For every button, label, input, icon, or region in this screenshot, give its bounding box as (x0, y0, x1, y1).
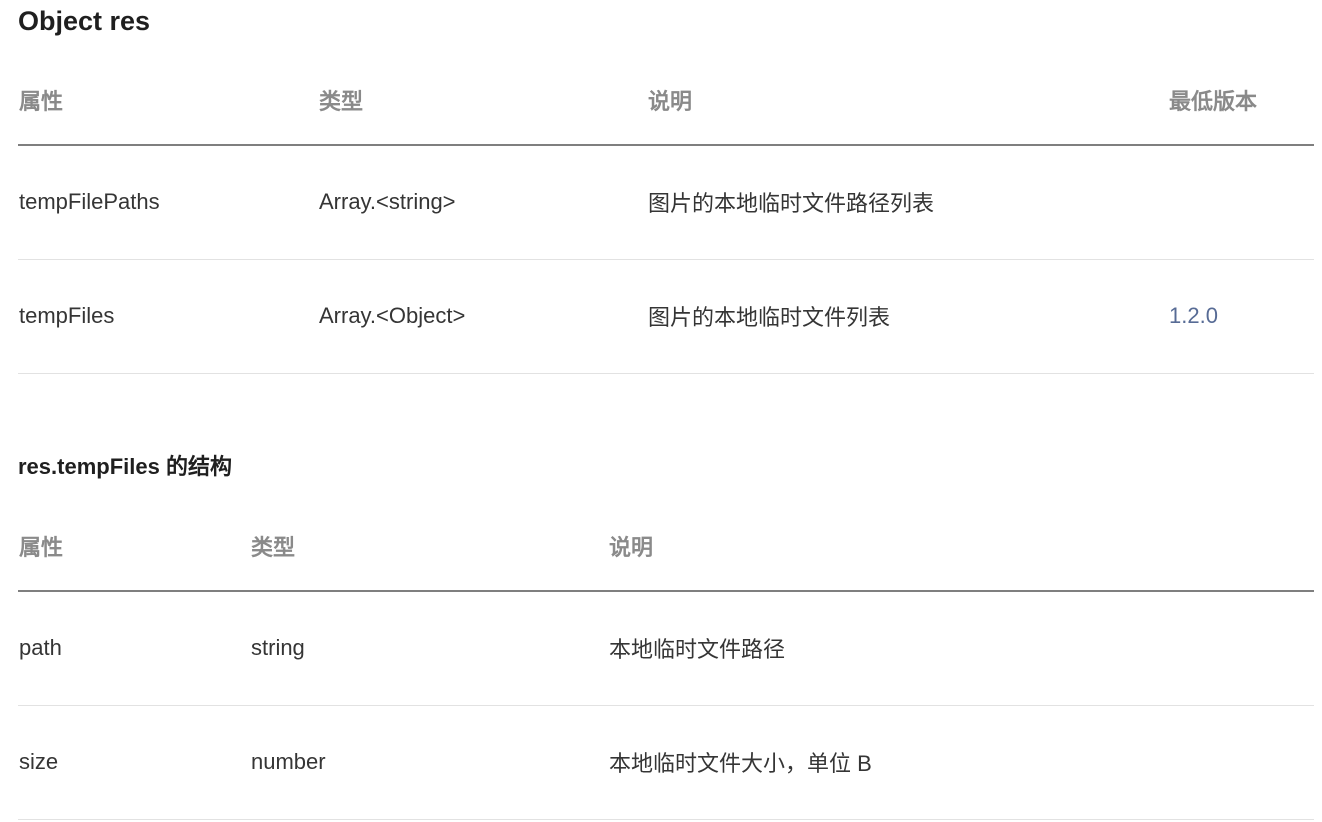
cell-type: string (250, 591, 608, 706)
cell-description: 图片的本地临时文件列表 (647, 259, 1168, 374)
table-header-row: 属性 类型 说明 最低版本 (18, 62, 1314, 146)
column-header-min-version: 最低版本 (1168, 62, 1314, 146)
cell-description: 本地临时文件路径 (608, 591, 1314, 706)
cell-property: size (18, 705, 250, 820)
cell-description: 本地临时文件大小，单位 B (608, 705, 1314, 820)
section-title-object-res: Object res (18, 6, 151, 36)
table-row: path string 本地临时文件路径 (18, 591, 1314, 706)
column-header-property: 属性 (18, 508, 250, 592)
table-row: tempFilePaths Array.<string> 图片的本地临时文件路径… (18, 145, 1314, 260)
cell-property: path (18, 591, 250, 706)
table-row: tempFiles Array.<Object> 图片的本地临时文件列表 1.2… (18, 259, 1314, 374)
section-title-tempfiles-structure: res.tempFiles 的结构 (18, 454, 232, 479)
cell-type: number (250, 705, 608, 820)
column-header-description: 说明 (608, 508, 1314, 592)
table-row: size number 本地临时文件大小，单位 B (18, 705, 1314, 820)
cell-type: Array.<Object> (318, 259, 647, 374)
column-header-type: 类型 (250, 508, 608, 592)
column-header-type: 类型 (318, 62, 647, 146)
cell-type: Array.<string> (318, 145, 647, 260)
column-header-description: 说明 (647, 62, 1168, 146)
cell-property: tempFilePaths (18, 145, 318, 260)
cell-property: tempFiles (18, 259, 318, 374)
cell-min-version: 1.2.0 (1168, 259, 1314, 374)
column-header-property: 属性 (18, 62, 318, 146)
cell-description: 图片的本地临时文件路径列表 (647, 145, 1168, 260)
object-res-table: 属性 类型 说明 最低版本 tempFilePaths Array.<strin… (18, 62, 1314, 374)
tempfiles-structure-table: 属性 类型 说明 path string 本地临时文件路径 size numbe… (18, 508, 1314, 820)
table-header-row: 属性 类型 说明 (18, 508, 1314, 592)
cell-min-version (1168, 145, 1314, 260)
